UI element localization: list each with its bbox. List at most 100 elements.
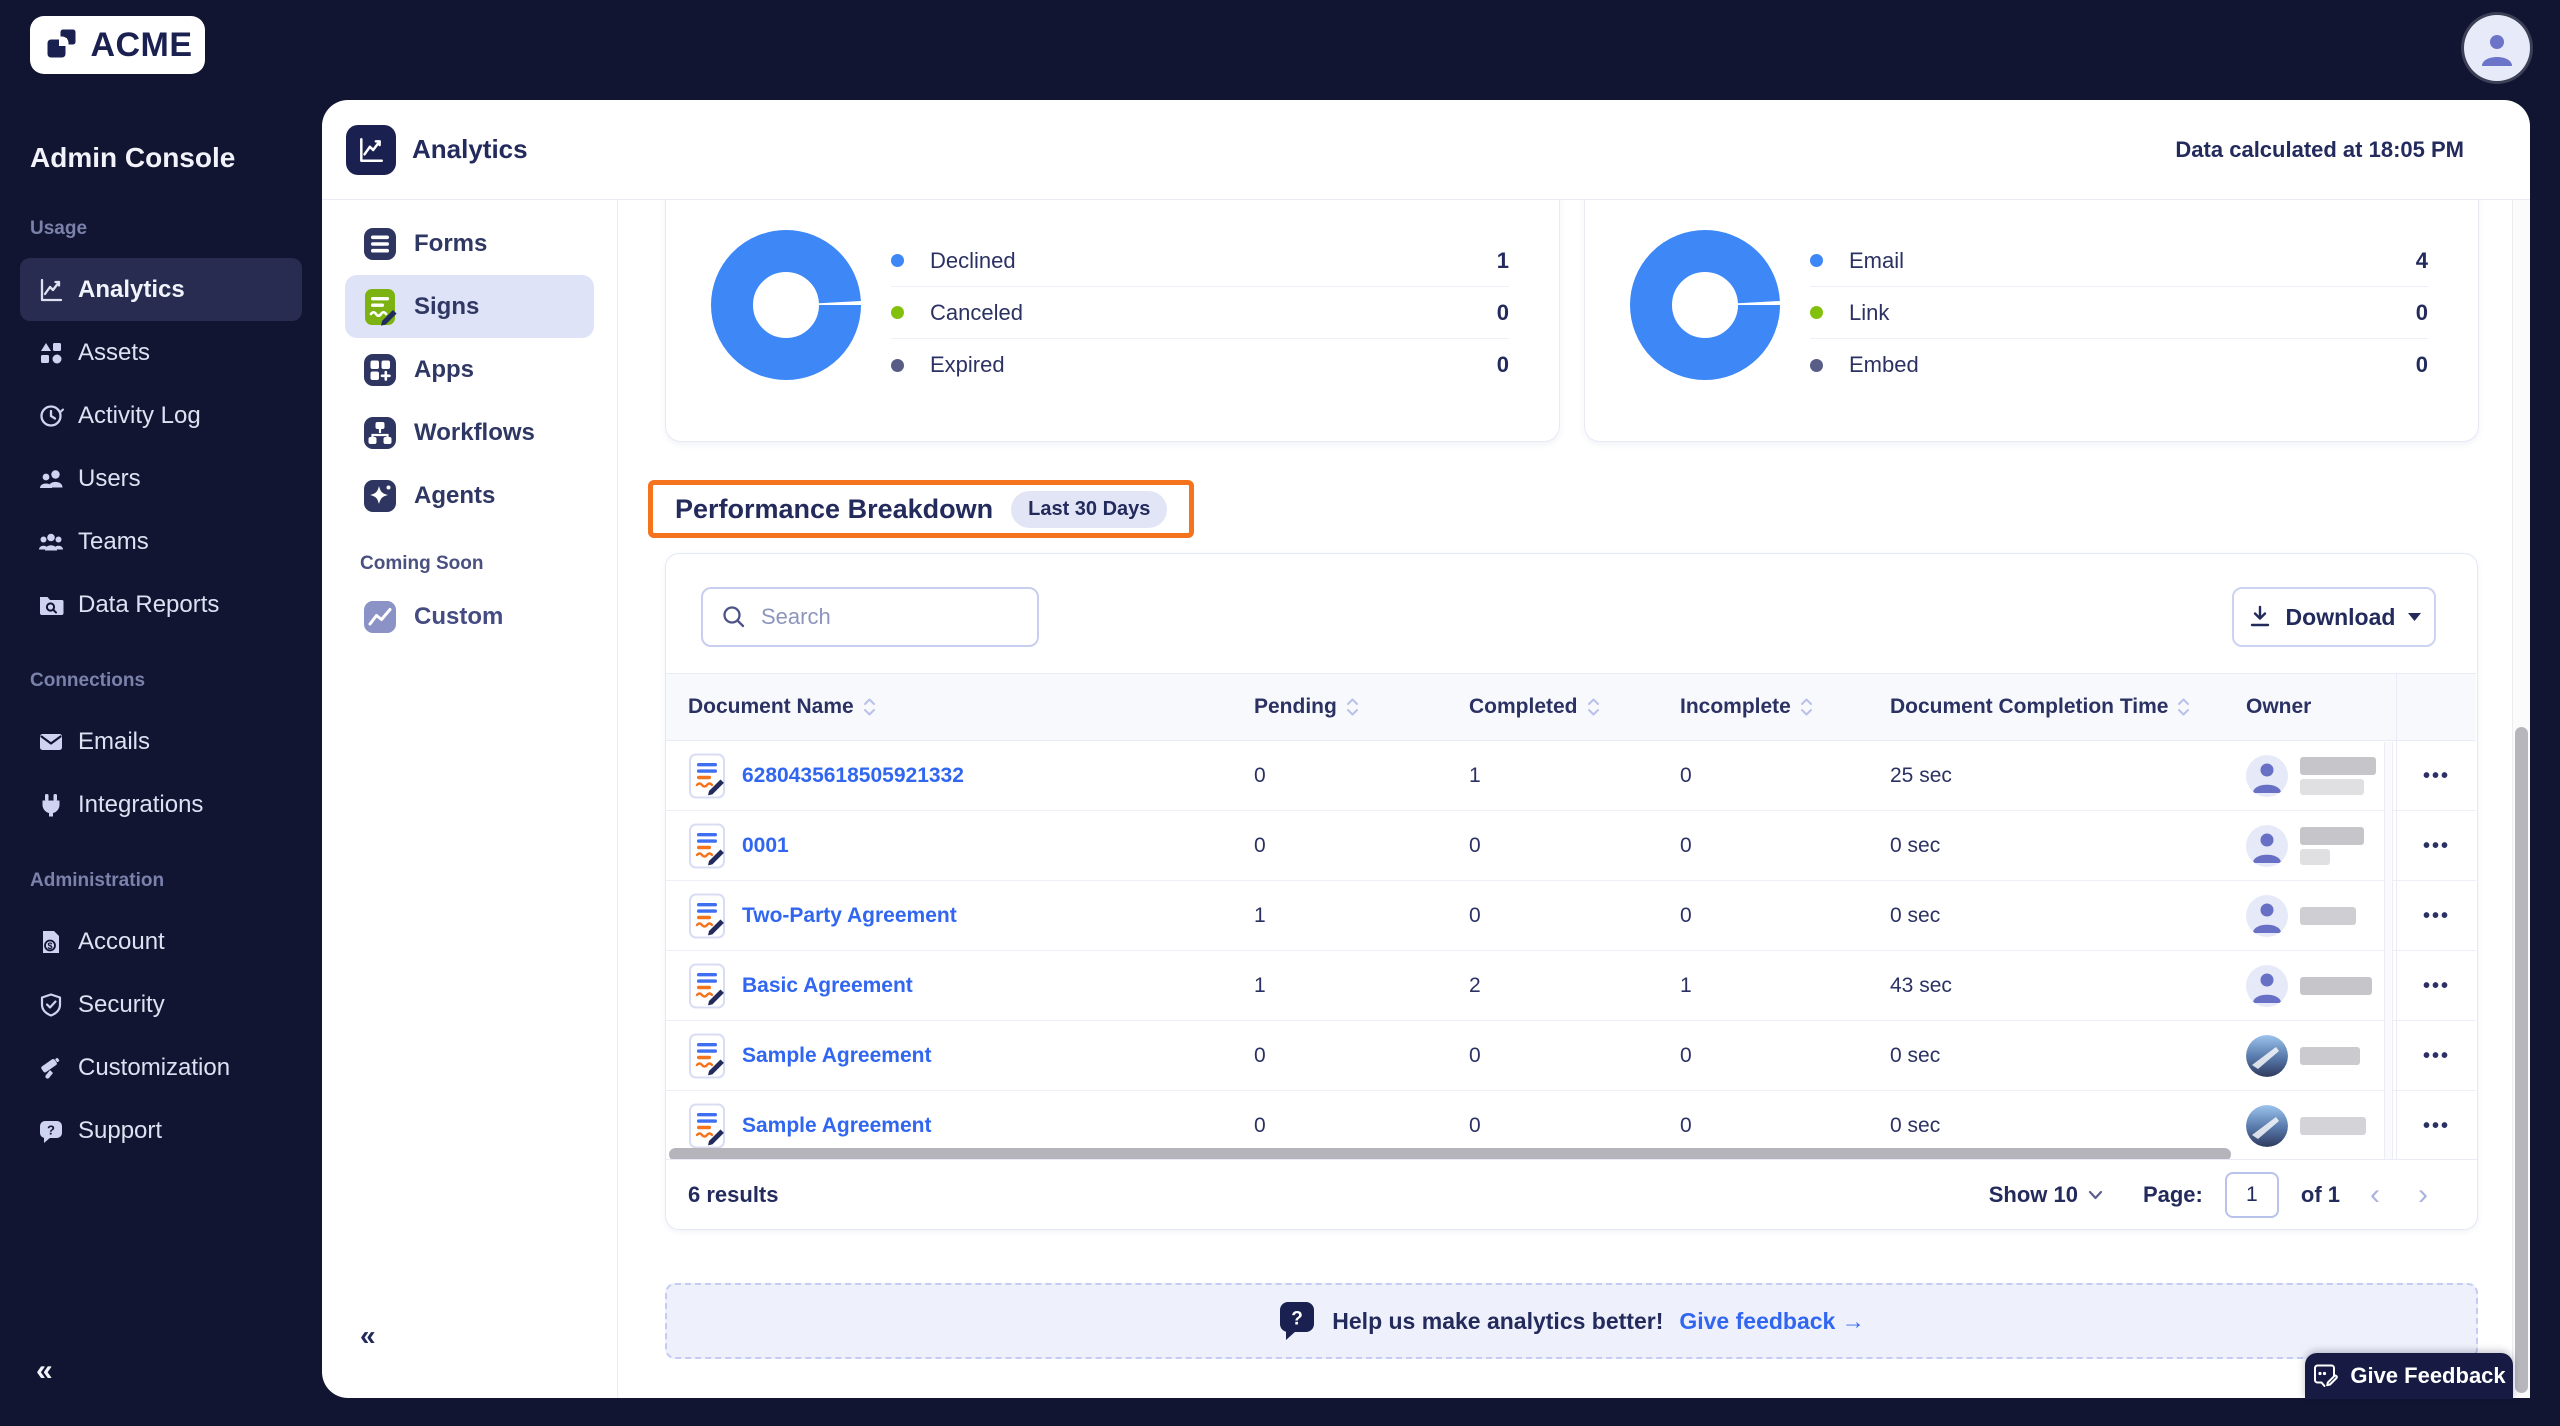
svg-text:$: $ [47,941,52,951]
sidebar-item-security[interactable]: Security [20,973,302,1036]
vertical-scrollbar-track [2512,200,2530,1398]
subnav-item-agents[interactable]: Agents [345,464,594,527]
data-calculated-status: Data calculated at 18:05 PM [2175,136,2464,162]
sidebar-item-integrations[interactable]: Integrations [20,773,302,836]
column-header-completion-time[interactable]: Document Completion Time [1890,695,2246,719]
sidebar-item-users[interactable]: Users [20,447,302,510]
document-name-link[interactable]: 0001 [742,834,789,858]
column-header-completed[interactable]: Completed [1469,695,1680,719]
legend-row: Canceled 0 [891,287,1509,339]
page-title: Analytics [412,134,528,164]
subnav-item-signs[interactable]: Signs [345,275,594,338]
row-actions-button[interactable]: ••• [2423,975,2450,998]
sidebar-item-activity-log[interactable]: Activity Log [20,384,302,447]
sidebar-section-administration: Administration [30,870,165,891]
last-30-days-badge: Last 30 Days [1011,490,1168,528]
download-label: Download [2285,603,2396,630]
subnav-item-label: Apps [414,355,474,383]
subnav-item-apps[interactable]: Apps [345,338,594,401]
sidebar-item-label: Assets [78,338,151,366]
sidebar-item-account[interactable]: $ Account [20,910,302,973]
sidebar-collapse-button[interactable]: « [36,1356,53,1386]
download-button[interactable]: Download [2232,587,2436,647]
legend-value: 0 [1496,352,1509,377]
user-avatar[interactable] [2464,15,2530,81]
legend-row: Email 4 [1810,235,2428,287]
legend-row: Embed 0 [1810,339,2428,391]
owner-name-redacted [2300,1047,2360,1065]
legend-dot-expired [891,358,904,372]
legend-value: 4 [2415,247,2428,273]
sort-icon [2178,698,2190,716]
results-count: 6 results [688,1181,779,1207]
subnav-item-forms[interactable]: Forms [345,212,594,275]
sidebar-item-label: Teams [78,527,149,555]
users-icon [38,466,64,492]
show-per-page-select[interactable]: Show 10 [1989,1182,2103,1208]
column-header-actions [2396,674,2476,740]
legend-label: Email [1849,247,1905,273]
page-input[interactable] [2224,1171,2279,1218]
owner-avatar-photo [2246,1035,2288,1077]
sort-icon [863,698,875,716]
panel-header: Analytics Data calculated at 18:05 PM [322,100,2530,200]
previous-page-button[interactable]: ‹ [2362,1179,2388,1210]
document-name-link[interactable]: Basic Agreement [742,974,913,998]
row-actions-button[interactable]: ••• [2423,1045,2450,1068]
column-header-incomplete[interactable]: Incomplete [1680,695,1890,719]
content-area: Declined 1 Canceled 0 Expired 0 Email 4 … [618,200,2530,1398]
column-header-document-name[interactable]: Document Name [688,695,1254,719]
table-header: Document Name Pending Completed Incomple… [666,673,2476,741]
completed-value: 0 [1469,1114,1481,1137]
sign-document-icon [689,1033,725,1079]
row-actions-button[interactable]: ••• [2423,835,2450,858]
agents-icon [360,476,400,516]
row-actions-button[interactable]: ••• [2423,905,2450,928]
column-header-pending[interactable]: Pending [1254,695,1469,719]
owner-name-redacted [2300,907,2356,925]
subnav-collapse-button[interactable]: « [360,1320,376,1352]
history-clock-icon [38,403,64,429]
document-name-link[interactable]: Sample Agreement [742,1114,931,1138]
sidebar-item-data-reports[interactable]: Data Reports [20,573,302,636]
sidebar-title: Admin Console [30,142,236,173]
row-actions-button[interactable]: ••• [2423,765,2450,788]
subnav-item-label: Signs [414,292,480,320]
subnav-item-workflows[interactable]: Workflows [345,401,594,464]
completed-value: 0 [1469,904,1481,927]
custom-icon [360,597,400,637]
sidebar-item-label: Integrations [78,790,204,818]
search-input[interactable] [761,604,991,630]
document-name-link[interactable]: 6280435618505921332 [742,764,964,788]
document-name-link[interactable]: Two-Party Agreement [742,904,957,928]
incomplete-value: 0 [1680,764,1692,787]
photo-icon [2246,1105,2288,1147]
subnav-item-custom[interactable]: Custom [345,585,594,648]
sign-document-icon [689,963,725,1009]
sign-document-icon [689,823,725,869]
document-name-link[interactable]: Sample Agreement [742,1044,931,1068]
acme-logo[interactable]: ACME [30,16,205,74]
give-feedback-button[interactable]: Give Feedback [2305,1353,2513,1399]
coming-soon-label: Coming Soon [360,553,484,574]
sidebar-item-support[interactable]: ? Support [20,1099,302,1162]
row-actions-button[interactable]: ••• [2423,1115,2450,1138]
sidebar-item-label: Security [78,990,165,1018]
sidebar-item-analytics[interactable]: Analytics [20,258,302,321]
sidebar-item-emails[interactable]: Emails [20,710,302,773]
completion-time-value: 43 sec [1890,974,1952,997]
sidebar-item-label: Emails [78,727,151,755]
give-feedback-link[interactable]: Give feedback → [1679,1308,1864,1335]
analytics-subnav: Forms Signs Apps Workflows Agents Coming… [322,200,618,1398]
page-of-label: of 1 [2300,1181,2340,1207]
sidebar-item-label: Analytics [78,275,185,303]
legend-label: Embed [1849,352,1919,377]
next-page-button[interactable]: › [2410,1179,2436,1210]
sidebar-item-teams[interactable]: Teams [20,510,302,573]
sidebar-item-customization[interactable]: Customization [20,1036,302,1099]
vertical-scrollbar[interactable] [2515,727,2528,1393]
chat-question-icon: ? [38,1118,64,1144]
plug-icon [38,792,64,818]
sidebar: Admin Console Usage Analytics Assets Act… [0,100,322,1426]
sidebar-item-assets[interactable]: Assets [20,321,302,384]
